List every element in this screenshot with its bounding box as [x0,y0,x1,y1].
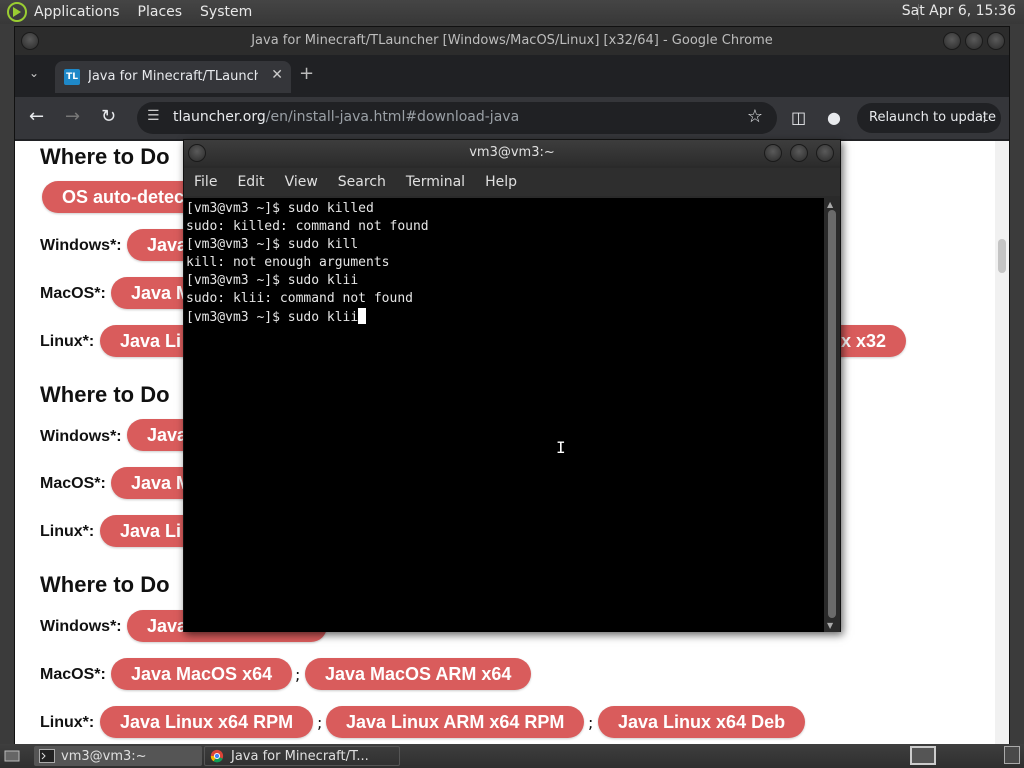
tab-strip: ⌄ TL Java for Minecraft/TLauncher ✕ + [15,57,1009,93]
java-linux-x64-deb-button[interactable]: Java Linux x64 Deb [598,706,806,738]
java-linux-x64-rpm-button[interactable]: Java Linux x64 RPM [100,706,314,738]
row-label-linux: Linux*: [40,523,95,540]
java-macos-x64-button[interactable]: Java MacOS x64 [111,658,293,690]
address-bar[interactable]: ☰ tlauncher.org/en/install-java.html#dow… [137,102,777,134]
terminal-menu-view[interactable]: View [285,174,318,190]
reload-icon[interactable]: ↻ [101,107,116,127]
site-settings-icon[interactable]: ☰ [147,108,160,124]
row-label-windows: Windows*: [40,618,122,635]
back-arrow-icon[interactable]: ← [29,107,44,127]
java-macos-arm-x64-button[interactable]: Java MacOS ARM x64 [305,658,532,690]
section-heading: Where to Do [40,572,170,597]
row-label-macos: MacOS*: [40,666,106,683]
trash-icon[interactable] [1004,746,1020,764]
tab-title: Java for Minecraft/TLauncher [88,69,258,84]
mouse-ibeam-cursor-icon: I [556,438,566,457]
java-linux-arm-x64-rpm-button[interactable]: Java Linux ARM x64 RPM [326,706,585,738]
terminal-output[interactable]: [vm3@vm3 ~]$ sudo killed sudo: killed: c… [184,198,826,632]
terminal-menu-help[interactable]: Help [485,174,517,190]
separator: ; [295,665,301,684]
section-heading: Where to Do [40,382,170,407]
workspace-icon[interactable] [910,746,936,765]
side-panel-icon[interactable]: ◫ [791,108,806,127]
close-window-button[interactable] [987,32,1005,50]
terminal-current-input: [vm3@vm3 ~]$ sudo klii [186,310,359,325]
menu-applications[interactable]: Applications [34,4,120,20]
terminal-menu-search[interactable]: Search [338,174,386,190]
taskbar-item-terminal[interactable]: vm3@vm3:~ [34,746,202,766]
os-auto-detect-button[interactable]: OS auto-detec [42,181,205,213]
row-label-linux: Linux*: [40,714,95,731]
terminal-scrollbar-thumb[interactable] [828,210,836,618]
section-heading: Where to Do [40,144,170,169]
row-label-linux: Linux*: [40,333,95,350]
minimize-button[interactable] [943,32,961,50]
terminal-scrollbar[interactable]: ▲ ▼ [824,198,840,632]
scroll-up-arrow-icon[interactable]: ▲ [827,200,833,209]
terminal-prompt-line[interactable]: [vm3@vm3 ~]$ sudo klii [186,308,824,327]
chrome-title-bar[interactable]: Java for Minecraft/TLauncher [Windows/Ma… [15,27,1009,55]
separator: ; [588,713,594,732]
url-host: tlauncher.org [173,109,266,125]
row-label-windows: Windows*: [40,428,122,445]
terminal-line: sudo: killed: command not found [186,219,429,234]
terminal-minimize-button[interactable] [764,144,782,162]
chrome-icon [210,749,224,763]
top-panel: Applications Places System Sat Apr 6, 15… [0,0,1024,24]
url-text: tlauncher.org/en/install-java.html#downl… [173,109,519,125]
scroll-down-arrow-icon[interactable]: ▼ [827,621,833,630]
clock[interactable]: Sat Apr 6, 15:36 [902,3,1016,19]
terminal-line: kill: not enough arguments [186,255,390,270]
text-cursor [358,308,367,324]
page-scrollbar[interactable] [995,141,1009,744]
terminal-menu-edit[interactable]: Edit [237,174,264,190]
url-path: /en/install-java.html#download-java [265,109,520,125]
kebab-menu-icon[interactable]: ⋮ [978,103,991,133]
tlauncher-favicon-icon: TL [64,69,80,85]
browser-toolbar: ← → ↻ ☰ tlauncher.org/en/install-java.ht… [15,97,1009,139]
row-label-macos: MacOS*: [40,475,106,492]
terminal-icon [39,749,55,763]
terminal-menubar: File Edit View Search Terminal Help [184,168,840,196]
terminal-title-bar[interactable]: vm3@vm3:~ [184,140,840,166]
distro-logo-icon[interactable] [6,1,28,23]
forward-arrow-icon[interactable]: → [65,107,80,127]
terminal-menu-file[interactable]: File [194,174,217,190]
chrome-window-title: Java for Minecraft/TLauncher [Windows/Ma… [251,33,773,48]
bookmark-star-icon[interactable]: ☆ [747,106,763,127]
terminal-window-menu-button[interactable] [188,144,206,162]
terminal-close-button[interactable] [816,144,834,162]
terminal-maximize-button[interactable] [790,144,808,162]
show-desktop-icon[interactable] [4,748,20,764]
relaunch-update-button[interactable]: Relaunch to update ⋮ [857,103,1001,133]
taskbar-item-chrome[interactable]: Java for Minecraft/T... [204,746,400,766]
profile-icon[interactable]: ● [827,108,841,127]
row-label-windows: Windows*: [40,237,122,254]
tab-tlauncher[interactable]: TL Java for Minecraft/TLauncher ✕ [55,61,291,93]
terminal-line: [vm3@vm3 ~]$ sudo klii [186,273,359,288]
relaunch-label: Relaunch to update [869,110,997,125]
separator: ; [317,713,323,732]
bottom-taskbar: vm3@vm3:~ Java for Minecraft/T... [0,744,1024,768]
row-label-macos: MacOS*: [40,285,106,302]
terminal-window: vm3@vm3:~ File Edit View Search Terminal… [183,139,841,632]
taskbar-terminal-label: vm3@vm3:~ [61,749,147,764]
maximize-button[interactable] [965,32,983,50]
taskbar-chrome-label: Java for Minecraft/T... [231,749,369,764]
terminal-line: [vm3@vm3 ~]$ sudo killed [186,201,374,216]
terminal-line: sudo: klii: command not found [186,291,413,306]
menu-system[interactable]: System [200,4,252,20]
window-menu-button[interactable] [21,32,39,50]
terminal-line: [vm3@vm3 ~]$ sudo kill [186,237,359,252]
terminal-title: vm3@vm3:~ [469,145,555,160]
terminal-menu-terminal[interactable]: Terminal [406,174,465,190]
tab-search-chevron-icon[interactable]: ⌄ [29,66,39,80]
menu-places[interactable]: Places [138,4,183,20]
page-scrollbar-thumb[interactable] [998,239,1006,273]
tab-close-icon[interactable]: ✕ [271,67,283,83]
new-tab-plus-icon[interactable]: + [299,63,314,84]
